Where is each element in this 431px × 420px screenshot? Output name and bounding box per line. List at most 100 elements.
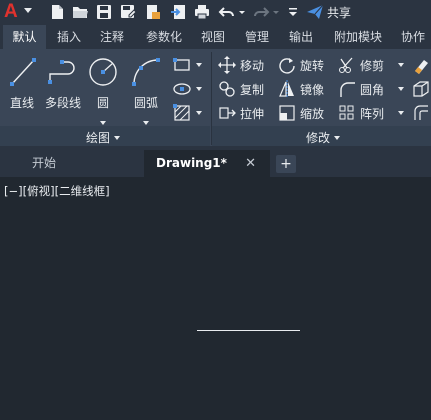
redo-dropdown-icon[interactable]: [272, 3, 280, 21]
trim-dropdown-icon[interactable]: [398, 63, 405, 67]
array-label: 阵列: [360, 106, 385, 121]
scale-tool[interactable]: 缩放: [278, 103, 324, 123]
fillet-icon: [340, 82, 355, 97]
doc-tab-drawing1[interactable]: Drawing1* ✕: [144, 150, 270, 177]
tab-parametric[interactable]: 参数化: [138, 25, 190, 49]
print-icon[interactable]: [193, 3, 211, 21]
tab-default[interactable]: 默认: [3, 25, 46, 49]
document-tab-bar: 开始 Drawing1* ✕ +: [0, 146, 431, 177]
tab-manage[interactable]: 管理: [237, 25, 277, 49]
tab-view[interactable]: 视图: [193, 25, 233, 49]
stretch-label: 拉伸: [240, 106, 265, 121]
send-icon: [307, 4, 324, 19]
tab-annotate[interactable]: 注释: [92, 25, 132, 49]
tab-addins[interactable]: 附加模块: [326, 25, 390, 49]
trim-icon: [339, 57, 353, 73]
tab-output[interactable]: 输出: [281, 25, 321, 49]
modify-panel-expand-icon: [334, 135, 341, 140]
import-icon[interactable]: [170, 3, 188, 21]
draw-panel-title[interactable]: 绘图: [86, 129, 121, 146]
drawn-line-entity[interactable]: [197, 330, 300, 331]
circle-dropdown-icon[interactable]: [100, 110, 106, 129]
line-tool[interactable]: 直线: [4, 54, 40, 124]
arc-dropdown-icon[interactable]: [143, 110, 149, 129]
arc-tool-label: 圆弧: [133, 96, 158, 110]
copy-tool[interactable]: 复制: [218, 79, 264, 99]
rotate-tool[interactable]: 旋转: [278, 55, 324, 75]
rectangle-dropdown-icon[interactable]: [196, 63, 202, 67]
trim-label: 修剪: [360, 58, 385, 73]
viewport-controls-label[interactable]: [−][俯视][二维线框]: [4, 183, 110, 199]
polyline-icon: [48, 60, 75, 84]
eraser-icon: [415, 60, 428, 74]
stretch-icon: [219, 107, 236, 119]
hatch-icon: [173, 104, 190, 121]
doc-tab-start[interactable]: 开始: [18, 150, 144, 177]
tab-collaborate[interactable]: 协作: [395, 25, 431, 49]
copy-label: 复制: [240, 82, 265, 97]
scale-icon: [279, 105, 295, 121]
polyline-tool-label: 多段线: [44, 96, 81, 110]
customize-icon[interactable]: [287, 3, 299, 21]
ellipse-dropdown-icon[interactable]: [196, 87, 202, 91]
circle-tool-label: 圆: [96, 96, 109, 110]
share-button[interactable]: 共享: [306, 3, 351, 21]
draw-panel-expand-icon: [114, 135, 121, 140]
ellipse-icon: [173, 83, 191, 95]
copy-icon: [219, 81, 235, 97]
drawing-viewport[interactable]: [−][俯视][二维线框]: [0, 177, 431, 420]
line-tool-label: 直线: [9, 96, 34, 110]
open-icon[interactable]: [71, 3, 89, 21]
polyline-tool[interactable]: 多段线: [42, 54, 84, 124]
save-icon[interactable]: [95, 3, 113, 21]
undo-dropdown-icon[interactable]: [238, 3, 246, 21]
ellipse-tool[interactable]: [172, 79, 206, 99]
doc-tab-start-label: 开始: [32, 156, 57, 170]
circle-tool[interactable]: 圆: [86, 54, 120, 125]
trim-tool[interactable]: 修剪: [338, 55, 405, 75]
share-label: 共享: [327, 5, 352, 20]
mirror-label: 镜像: [300, 82, 325, 97]
new-tab-button[interactable]: +: [276, 155, 296, 173]
fillet-tool[interactable]: 圆角: [338, 79, 405, 99]
ribbon-tab-bar: 默认 插入 注释 参数化 视图 管理 输出 附加模块 协作: [0, 25, 431, 49]
doc-tab-drawing1-label: Drawing1*: [156, 156, 227, 170]
redo-icon[interactable]: [252, 3, 270, 21]
rotate-label: 旋转: [300, 58, 325, 73]
stretch-tool[interactable]: 拉伸: [218, 103, 264, 123]
publish-icon[interactable]: [144, 3, 162, 21]
rectangle-tool[interactable]: [172, 55, 206, 75]
hatch-dropdown-icon[interactable]: [196, 111, 202, 115]
tab-insert[interactable]: 插入: [49, 25, 89, 49]
app-menu-caret-icon[interactable]: [24, 8, 32, 13]
undo-icon[interactable]: [218, 3, 236, 21]
rotate-icon: [279, 58, 295, 74]
hatch-tool[interactable]: [172, 103, 206, 123]
move-label: 移动: [240, 58, 265, 73]
explode-tool[interactable]: [412, 79, 430, 99]
new-icon[interactable]: [48, 3, 66, 21]
line-icon: [10, 58, 36, 86]
circle-icon: [89, 58, 117, 86]
app-logo[interactable]: A: [4, 2, 18, 22]
arc-tool[interactable]: 圆弧: [126, 54, 166, 125]
modify-panel-title[interactable]: 修改: [306, 129, 341, 146]
rectangle-icon: [173, 58, 190, 71]
quick-access-toolbar: A 共享: [0, 0, 431, 25]
scale-label: 缩放: [300, 106, 325, 121]
explode-icon: [413, 81, 429, 97]
modify-panel-label: 修改: [306, 131, 331, 145]
array-tool[interactable]: 阵列: [338, 103, 405, 123]
mirror-icon: [279, 80, 294, 98]
move-tool[interactable]: 移动: [218, 55, 264, 75]
arc-icon: [132, 58, 160, 86]
offset-tool[interactable]: [412, 103, 430, 123]
save-as-icon[interactable]: [119, 3, 137, 21]
mirror-tool[interactable]: 镜像: [278, 79, 324, 99]
array-icon: [339, 105, 354, 120]
erase-tool[interactable]: [412, 55, 430, 75]
close-tab-icon[interactable]: ✕: [245, 150, 256, 177]
move-icon: [218, 56, 236, 74]
array-dropdown-icon[interactable]: [398, 111, 405, 115]
fillet-dropdown-icon[interactable]: [398, 87, 405, 91]
